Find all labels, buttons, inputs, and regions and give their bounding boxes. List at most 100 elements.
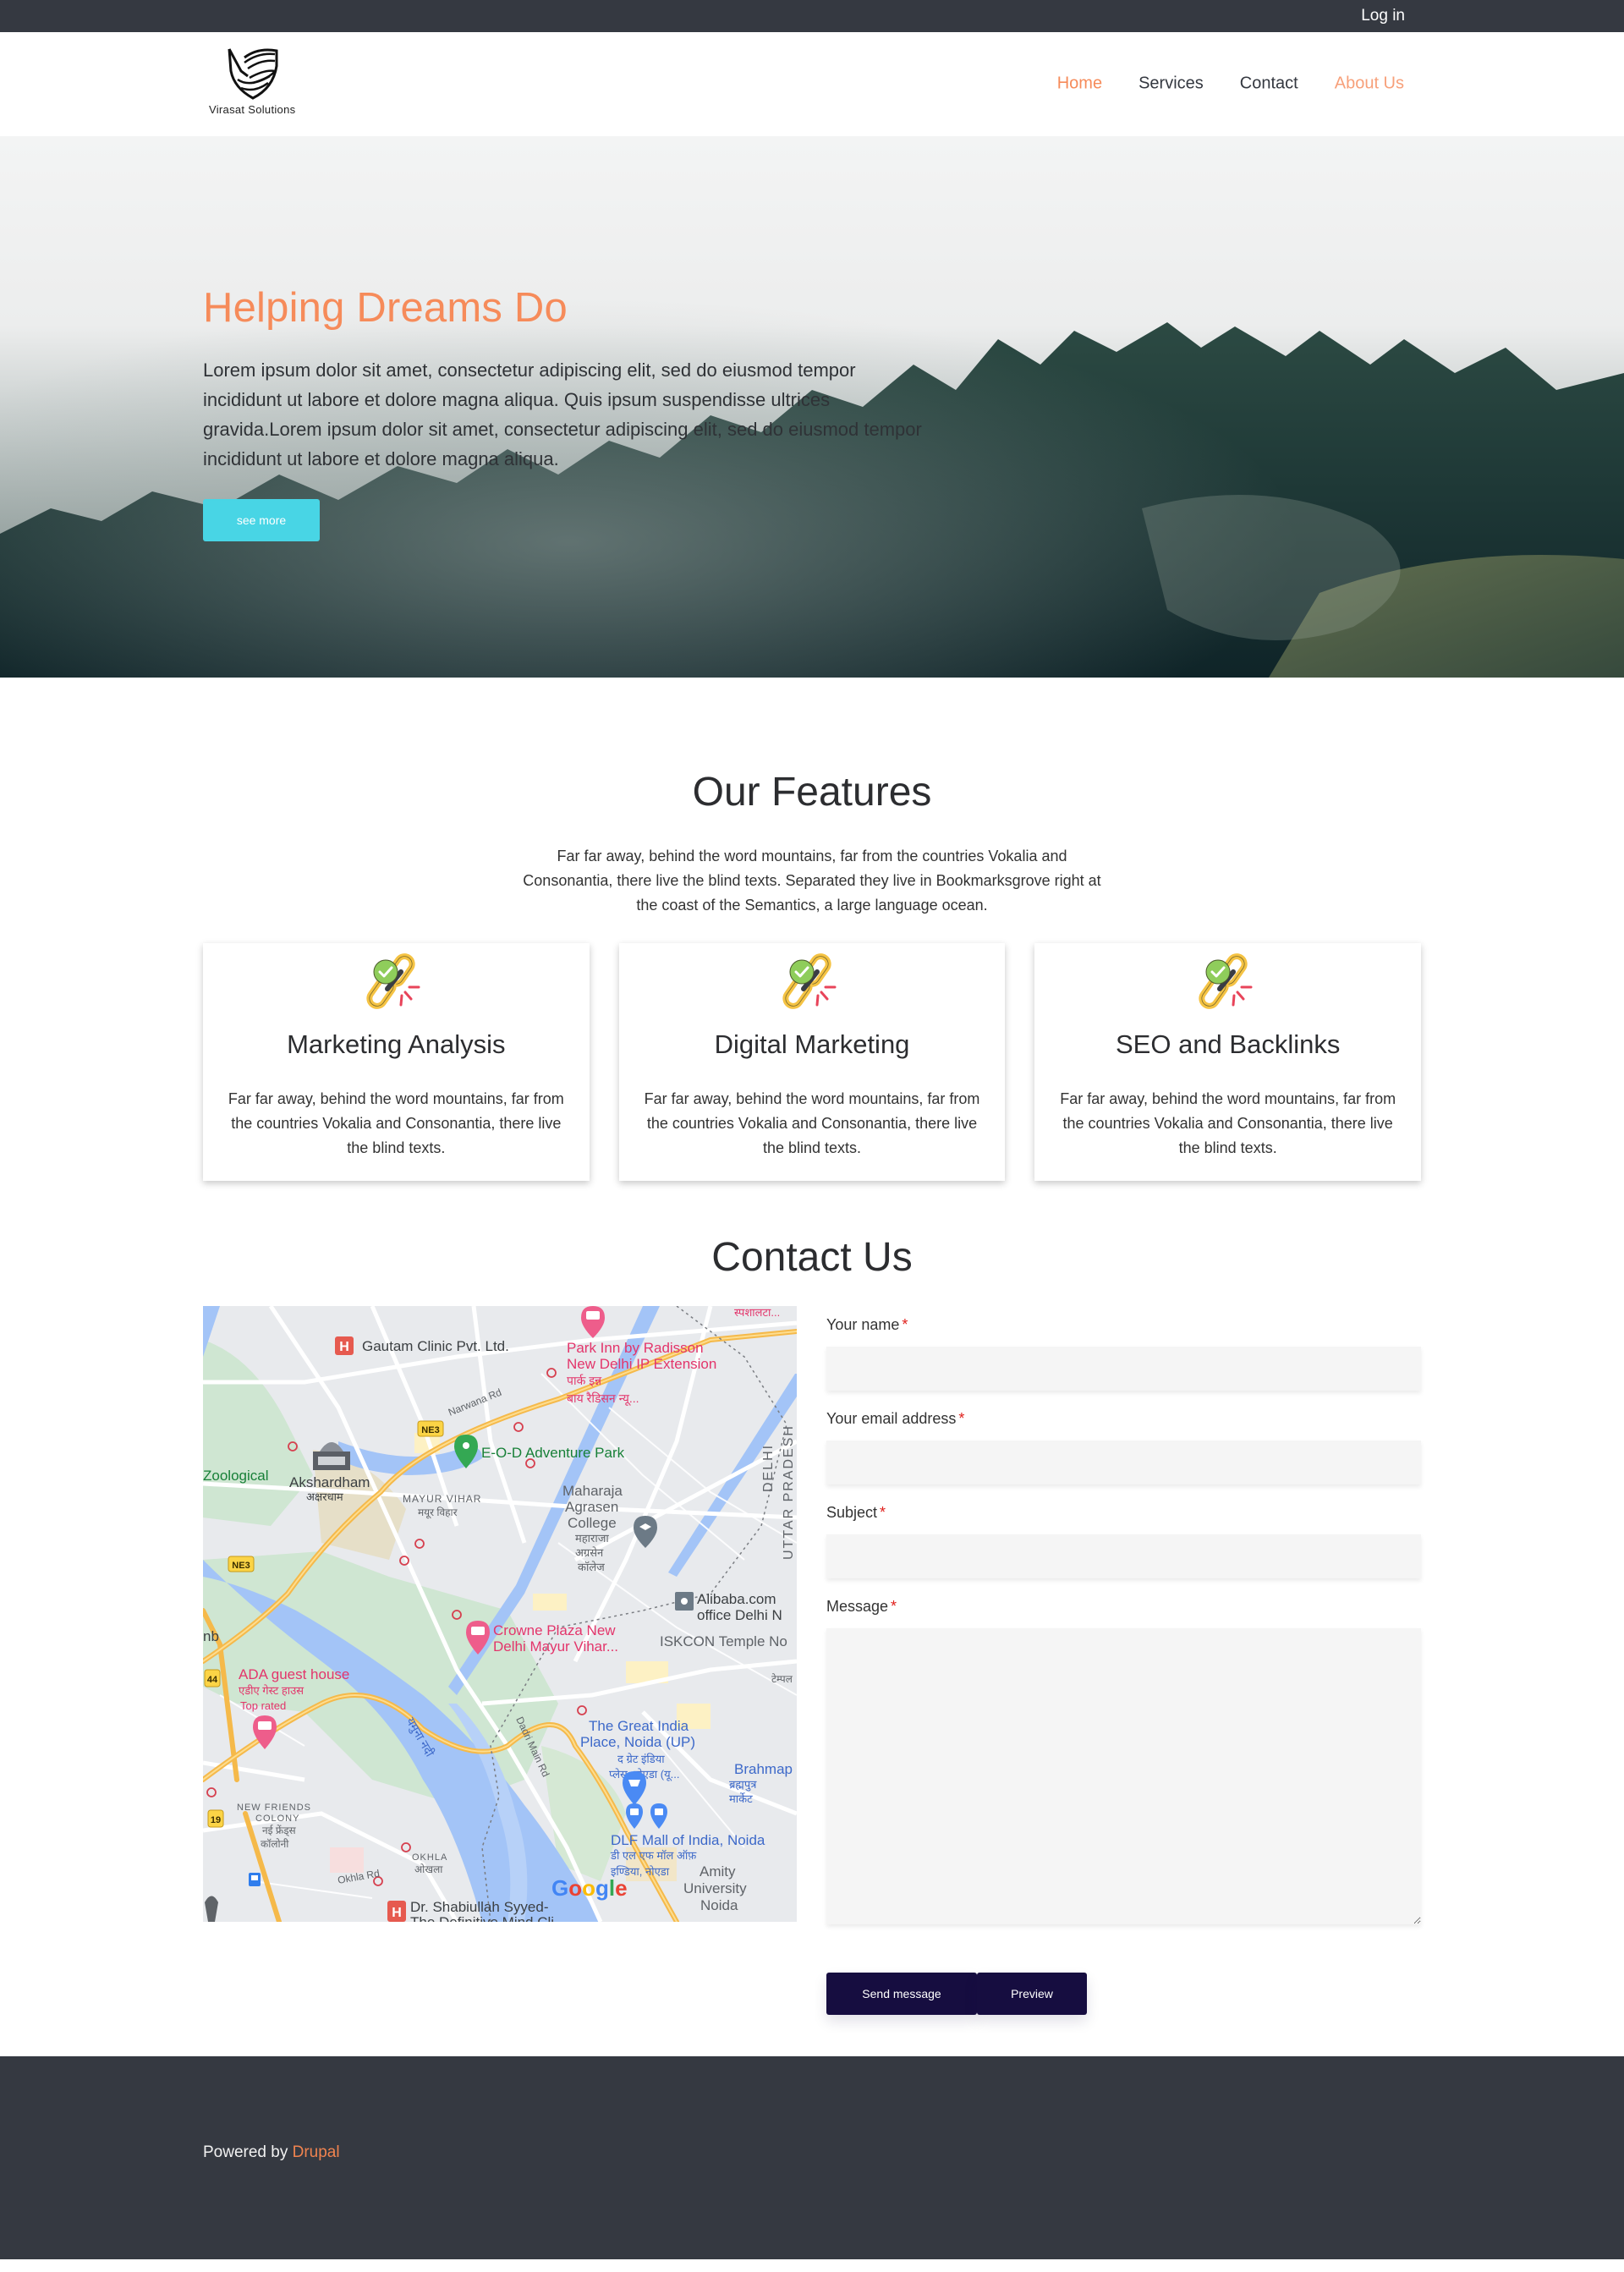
see-more-button[interactable]: see more bbox=[203, 499, 320, 541]
svg-text:मयूर विहार: मयूर विहार bbox=[418, 1506, 458, 1519]
main-nav: Home Services Contact About Us bbox=[1057, 74, 1404, 94]
svg-text:NE3: NE3 bbox=[232, 1561, 250, 1571]
svg-text:Gautam Clinic Pvt. Ltd.: Gautam Clinic Pvt. Ltd. bbox=[362, 1338, 509, 1354]
feature-card-text: Far far away, behind the word mountains,… bbox=[228, 1090, 564, 1156]
contact-section: Contact Us NE3 NE3 44 H Gautam Clinic Pv… bbox=[0, 1181, 1624, 2015]
message-textarea[interactable] bbox=[826, 1628, 1421, 1924]
field-name: Your name * bbox=[826, 1316, 1421, 1391]
svg-text:UTTAR PRADESH: UTTAR PRADESH bbox=[782, 1424, 796, 1560]
site-footer: Powered by Drupal bbox=[0, 2056, 1624, 2259]
svg-text:The Definitive Mind Cli...: The Definitive Mind Cli... bbox=[410, 1914, 566, 1922]
site-logo[interactable]: Virasat Solutions bbox=[206, 46, 304, 122]
svg-text:The Great India: The Great India bbox=[589, 1718, 689, 1734]
svg-text:H: H bbox=[392, 1906, 402, 1920]
name-label: Your name * bbox=[826, 1316, 908, 1333]
svg-text:MAYUR VIHAR: MAYUR VIHAR bbox=[403, 1493, 481, 1505]
field-subject: Subject * bbox=[826, 1504, 1421, 1578]
svg-text:Agrasen: Agrasen bbox=[565, 1499, 618, 1515]
svg-text:Amity: Amity bbox=[700, 1863, 736, 1880]
email-input[interactable] bbox=[826, 1441, 1421, 1484]
login-link[interactable]: Log in bbox=[1361, 7, 1405, 25]
hero-content: Helping Dreams Do Lorem ipsum dolor sit … bbox=[203, 284, 930, 541]
svg-text:अग्रसेन: अग्रसेन bbox=[575, 1546, 604, 1559]
feature-card-title: SEO and Backlinks bbox=[1116, 1029, 1341, 1059]
features-intro: Far far away, behind the word mountains,… bbox=[523, 848, 1101, 914]
svg-text:H: H bbox=[339, 1340, 349, 1354]
svg-text:COLONY: COLONY bbox=[255, 1814, 299, 1824]
hero-text: Lorem ipsum dolor sit amet, consectetur … bbox=[203, 359, 922, 469]
svg-text:Place, Noida (UP): Place, Noida (UP) bbox=[580, 1734, 695, 1750]
svg-text:Alibaba.com: Alibaba.com bbox=[697, 1591, 776, 1607]
svg-text:महाराजा: महाराजा bbox=[575, 1532, 609, 1545]
preview-button[interactable]: Preview bbox=[977, 1973, 1087, 2015]
svg-text:New Delhi IP Extension: New Delhi IP Extension bbox=[567, 1356, 716, 1372]
feature-card-text: Far far away, behind the word mountains,… bbox=[644, 1090, 980, 1156]
contact-wrap: NE3 NE3 44 H Gautam Clinic Pvt. Ltd. Par… bbox=[203, 1306, 1421, 2015]
contact-form: Your name * Your email address * Subject * … bbox=[826, 1306, 1421, 2015]
feature-card-text: Far far away, behind the word mountains,… bbox=[1060, 1090, 1396, 1156]
drupal-link[interactable]: Drupal bbox=[293, 2143, 340, 2161]
hospital-icon: H bbox=[335, 1336, 354, 1355]
feature-cards: Marketing Analysis Far far away, behind … bbox=[203, 943, 1422, 1181]
subject-input[interactable] bbox=[826, 1534, 1421, 1578]
feature-card-title: Digital Marketing bbox=[714, 1029, 910, 1059]
contact-title: Contact Us bbox=[711, 1235, 913, 1280]
features-section: Our Features Far far away, behind the wo… bbox=[0, 678, 1624, 1181]
svg-text:NE3: NE3 bbox=[421, 1425, 439, 1435]
svg-text:ओखला: ओखला bbox=[414, 1863, 443, 1875]
office-icon bbox=[675, 1592, 694, 1611]
svg-text:ISKCON Temple No: ISKCON Temple No bbox=[660, 1633, 787, 1649]
send-message-button[interactable]: Send message bbox=[826, 1973, 977, 2015]
google-logo: Google bbox=[551, 1875, 628, 1901]
svg-text:अक्षरधाम: अक्षरधाम bbox=[306, 1490, 343, 1503]
form-actions: Send message Preview bbox=[826, 1973, 1421, 2015]
svg-text:19: 19 bbox=[211, 1815, 221, 1825]
svg-text:Delhi Mayur Vihar...: Delhi Mayur Vihar... bbox=[493, 1638, 618, 1655]
svg-text:Google: Google bbox=[551, 1875, 628, 1901]
svg-text:कॉलोनी: कॉलोनी bbox=[261, 1838, 289, 1850]
svg-text:द ग्रेट इंडिया: द ग्रेट इंडिया bbox=[617, 1753, 665, 1765]
svg-text:स्पशालटा...: स्पशालटा... bbox=[734, 1306, 780, 1319]
nav-services[interactable]: Services bbox=[1138, 74, 1204, 94]
powered-by-text: Powered by Drupal bbox=[203, 2143, 340, 2161]
svg-text:बाय रैडिसन न्यू...: बाय रैडिसन न्यू... bbox=[567, 1391, 639, 1406]
svg-text:Crowne Plaza New: Crowne Plaza New bbox=[493, 1622, 616, 1638]
svg-text:टेम्पल: टेम्पल bbox=[771, 1673, 793, 1685]
svg-text:Park Inn by Radisson: Park Inn by Radisson bbox=[567, 1340, 704, 1356]
svg-text:office Delhi N: office Delhi N bbox=[697, 1607, 782, 1623]
link-check-icon bbox=[366, 953, 420, 1009]
svg-text:Akshardham: Akshardham bbox=[289, 1474, 370, 1490]
hero-title: Helping Dreams Do bbox=[203, 285, 568, 331]
svg-text:Maharaja: Maharaja bbox=[562, 1483, 623, 1499]
svg-text:डी एल एफ मॉल ऑफ़: डी एल एफ मॉल ऑफ़ bbox=[610, 1849, 697, 1862]
svg-text:Noida: Noida bbox=[700, 1897, 738, 1913]
svg-text:University: University bbox=[683, 1880, 747, 1896]
feature-card: Marketing Analysis Far far away, behind … bbox=[203, 943, 590, 1181]
svg-text:OKHLA: OKHLA bbox=[412, 1852, 447, 1863]
required-marker: * bbox=[902, 1316, 908, 1333]
features-title: Our Features bbox=[692, 770, 932, 815]
link-check-icon bbox=[1199, 953, 1253, 1009]
logo-shield-icon bbox=[228, 48, 278, 100]
svg-text:NEW FRIENDS: NEW FRIENDS bbox=[237, 1803, 311, 1813]
svg-text:ब्रह्मपुत्र: ब्रह्मपुत्र bbox=[729, 1778, 757, 1792]
hospital-icon: H bbox=[387, 1901, 406, 1922]
feature-card: SEO and Backlinks Far far away, behind t… bbox=[1034, 943, 1422, 1181]
required-marker: * bbox=[958, 1410, 965, 1427]
nav-about-us[interactable]: About Us bbox=[1335, 74, 1404, 94]
field-email: Your email address * bbox=[826, 1410, 1421, 1484]
svg-text:DELHI: DELHI bbox=[761, 1444, 776, 1492]
name-input[interactable] bbox=[826, 1347, 1421, 1391]
svg-text:Brahmap: Brahmap bbox=[734, 1761, 793, 1777]
svg-text:नई फ्रेंड्स: नई फ्रेंड्स bbox=[262, 1825, 297, 1837]
embedded-map[interactable]: NE3 NE3 44 H Gautam Clinic Pvt. Ltd. Par… bbox=[203, 1306, 797, 1922]
svg-text:कॉलेज: कॉलेज bbox=[578, 1561, 605, 1573]
svg-text:ADA guest house: ADA guest house bbox=[239, 1666, 349, 1682]
message-label: Message * bbox=[826, 1598, 897, 1615]
bus-station-icon bbox=[249, 1873, 261, 1886]
svg-text:मार्केट: मार्केट bbox=[729, 1792, 753, 1805]
nav-home[interactable]: Home bbox=[1057, 74, 1102, 94]
nav-contact[interactable]: Contact bbox=[1240, 74, 1298, 94]
site-header: Virasat Solutions Home Services Contact … bbox=[0, 32, 1624, 136]
top-bar: Log in bbox=[0, 0, 1624, 32]
